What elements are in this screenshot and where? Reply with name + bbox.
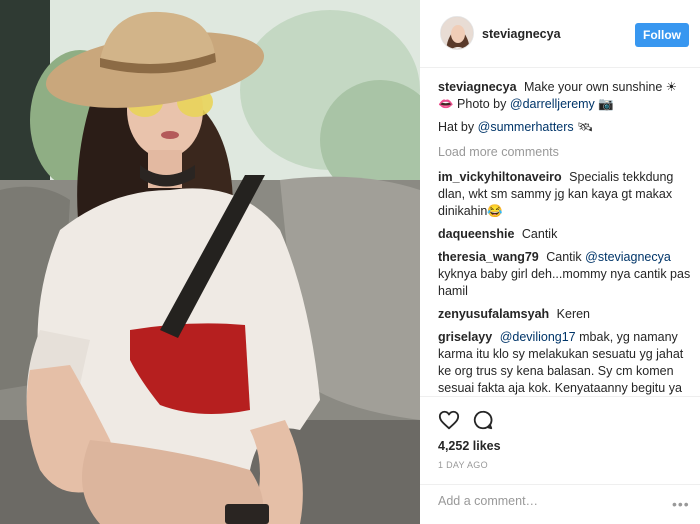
comment-username[interactable]: zenyusufalamsyah — [438, 307, 549, 321]
load-more-comments-button[interactable]: Load more comments — [438, 144, 692, 161]
comment-text: kyknya baby girl deh...mommy nya cantik … — [438, 267, 691, 298]
post-sidebar: steviagnecya Follow steviagnecya Make yo… — [420, 0, 700, 524]
post-header: steviagnecya Follow — [420, 0, 700, 68]
comment-username[interactable]: im_vickyhiltonaveiro — [438, 170, 562, 184]
caption-text: Make your own sunshine ☀ — [524, 80, 677, 94]
hat-mention[interactable]: @summerhatters — [478, 120, 574, 134]
avatar-image — [441, 17, 473, 49]
add-comment-bar: ••• — [420, 484, 700, 524]
satellite-emoji: 🛰 — [577, 120, 594, 134]
comment-item: griselayy @deviliong17 mbak, yg namany k… — [438, 329, 692, 395]
more-options-icon[interactable]: ••• — [672, 496, 690, 512]
caption-line-2: 👄 Photo by @darrelljeremy 📷 — [438, 96, 692, 113]
avatar[interactable] — [440, 16, 474, 50]
comment-item: im_vickyhiltonaveiro Specialis tekkdung … — [438, 169, 692, 220]
comment-text-prefix: Cantik — [546, 250, 582, 264]
comment-username[interactable]: griselayy — [438, 330, 492, 344]
caption: steviagnecya Make your own sunshine ☀ 👄 … — [438, 79, 692, 113]
photo-illustration — [0, 0, 420, 524]
photographer-mention[interactable]: @darrelljeremy — [510, 97, 595, 111]
add-comment-input[interactable] — [438, 494, 658, 508]
comments-list: steviagnecya Make your own sunshine ☀ 👄 … — [438, 79, 692, 395]
heart-icon[interactable] — [438, 409, 460, 431]
username-link[interactable]: steviagnecya — [482, 27, 561, 41]
comment-username[interactable]: daqueenshie — [438, 227, 514, 241]
comment-mention[interactable]: @steviagnecya — [585, 250, 671, 264]
caption-username[interactable]: steviagnecya — [438, 80, 517, 94]
post-timestamp[interactable]: 1 DAY AGO — [438, 460, 488, 470]
post-photo[interactable] — [0, 0, 420, 524]
comment-mention[interactable]: @deviliong17 — [500, 330, 576, 344]
likes-count[interactable]: 4,252 likes — [438, 439, 501, 453]
caption-hat-by: Hat by — [438, 120, 475, 134]
comment-item: zenyusufalamsyah Keren — [438, 306, 692, 323]
comment-item: theresia_wang79 Cantik @steviagnecya kyk… — [438, 249, 692, 300]
follow-button[interactable]: Follow — [635, 23, 689, 47]
comment-item: daqueenshie Cantik — [438, 226, 692, 243]
caption-hat-line: Hat by @summerhatters 🛰 — [438, 119, 692, 136]
comment-text: Cantik — [521, 227, 558, 241]
speech-bubble-icon[interactable] — [472, 409, 494, 431]
camera-emoji: 📷 — [598, 97, 614, 111]
comment-text: Keren — [556, 307, 591, 321]
caption-photo-by: 👄 Photo by — [438, 97, 507, 111]
comment-username[interactable]: theresia_wang79 — [438, 250, 539, 264]
